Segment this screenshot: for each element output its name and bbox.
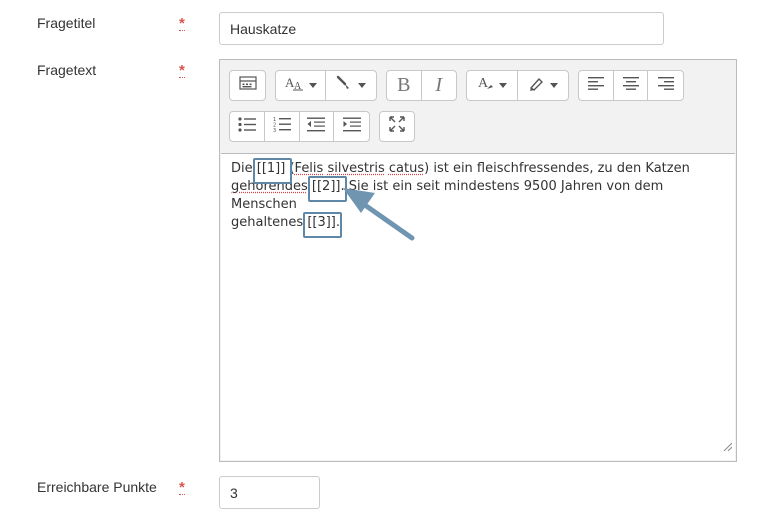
annotation-arrow-icon <box>343 188 415 241</box>
points-input[interactable] <box>219 476 320 509</box>
points-label: Erreichbare Punkte <box>37 479 157 495</box>
required-marker: * <box>179 479 185 496</box>
